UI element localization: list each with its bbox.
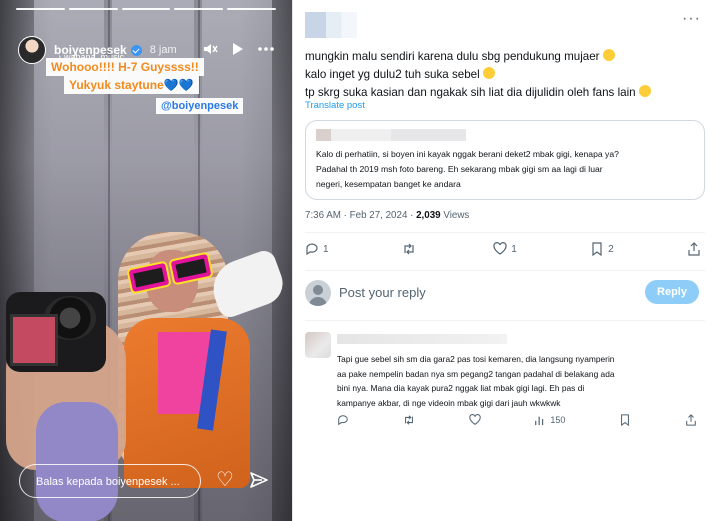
reply-count: 1 [323, 243, 329, 255]
progress-bar [121, 8, 171, 10]
story-caption-line1: Wohooo!!!! H-7 Guyssss!! [46, 58, 204, 76]
divider [305, 232, 705, 233]
heart-icon [468, 414, 481, 425]
quoted-tweet[interactable]: Kalo di perhatiin, si boyen ini kayak ng… [305, 120, 705, 200]
tweet-actions: 1 1 2 [305, 242, 701, 256]
reply-views-count: 150 [550, 415, 566, 425]
heart-icon [493, 242, 507, 255]
share-icon [688, 242, 700, 256]
send-icon[interactable] [249, 470, 269, 490]
tweet-text-line: mungkin malu sendiri karena dulu sbg pen… [305, 50, 600, 63]
progress-bar [227, 8, 276, 10]
translate-link[interactable]: Translate post [305, 100, 365, 111]
views-action[interactable]: 150 [534, 414, 565, 426]
reply-actions: 150 [337, 414, 697, 426]
tweet-body: mungkin malu sendiri karena dulu sbg pen… [305, 48, 705, 101]
reply-line: Tapi gue sebel sih sm dia gara2 pas tosi… [337, 354, 615, 364]
retweet-icon [404, 243, 414, 255]
quoted-line: Kalo di perhatiin, si boyen ini kayak ng… [316, 149, 619, 159]
mention-sticker[interactable]: @boiyenpesek [156, 98, 244, 114]
blurred-reply-avatar [305, 332, 331, 358]
reply-action[interactable] [337, 414, 349, 426]
bookmark-action[interactable]: 2 [590, 242, 614, 256]
timestamp[interactable]: 7:36 AM · Feb 27, 2024 · [305, 210, 416, 221]
photographer-sleeve [36, 402, 118, 521]
views-count: 2,039 [416, 210, 441, 221]
instagram-story: boiyenpesek 8 jam wahana_music Wohooo!!!… [0, 0, 292, 521]
bookmark-icon [592, 242, 602, 256]
quoted-text: Kalo di perhatiin, si boyen ini kayak ng… [316, 147, 696, 192]
retweet-action[interactable] [402, 242, 420, 256]
more-icon[interactable] [258, 47, 274, 51]
quoted-line: negeri, kesempatan banget ke andara [316, 179, 461, 189]
play-icon[interactable] [232, 42, 244, 56]
reply-input[interactable]: Post your reply [339, 285, 426, 300]
tweet-text-line: kalo inget yg dulu2 tuh suka sebel [305, 67, 480, 81]
progress-bar [16, 8, 65, 10]
story-controls [203, 42, 274, 56]
reply-icon [338, 415, 348, 426]
like-count: 1 [511, 243, 517, 255]
blurred-quote-author [316, 129, 466, 141]
blurred-user-header [305, 12, 357, 38]
bookmark-count: 2 [608, 243, 614, 255]
verified-badge-icon [130, 44, 142, 56]
camera [6, 292, 106, 372]
story-time: 8 jam [149, 44, 177, 56]
reply-body: Tapi gue sebel sih sm dia gara2 pas tosi… [337, 352, 703, 410]
story-reply-input[interactable]: Balas kepada boiyenpesek ... [19, 464, 201, 498]
share-action[interactable] [685, 414, 697, 426]
blurred-reply-author [337, 334, 507, 344]
progress-bar [174, 8, 224, 10]
quoted-line: Padahal th 2019 msh foto bareng. Eh seka… [316, 164, 603, 174]
divider [305, 270, 705, 271]
heart-icon[interactable]: ♡ [216, 470, 234, 490]
mute-icon[interactable] [203, 42, 218, 56]
reply-button[interactable]: Reply [645, 280, 699, 304]
laughing-emoji-icon [602, 49, 615, 61]
bookmark-icon [621, 414, 630, 426]
like-action[interactable] [468, 414, 481, 426]
reply-icon [306, 243, 318, 256]
reply-line: aa pake nempelin badan nya sm pegang2 ta… [337, 368, 615, 379]
reply-line: kampanye akbar, di nge videoin mbak gigi… [337, 397, 561, 408]
progress-bar [68, 8, 118, 10]
user-avatar-icon [305, 280, 331, 306]
story-caption-line2: Yukyuk staytune💙💙 [64, 76, 199, 94]
bookmark-action[interactable] [619, 414, 631, 426]
share-icon [686, 414, 696, 426]
like-action[interactable]: 1 [493, 242, 517, 256]
tweet-text-line: tp skrg suka kasian dan ngakak sih liat … [305, 85, 636, 99]
divider [305, 320, 705, 321]
views-label: Views [440, 210, 470, 221]
story-progress-bars [16, 8, 276, 10]
tweet-meta: 7:36 AM · Feb 27, 2024 · 2,039 Views [305, 210, 469, 221]
analytics-icon [535, 416, 544, 426]
laughing-emoji-icon [482, 66, 495, 79]
camera-screen [10, 314, 58, 366]
more-options-icon[interactable]: ··· [682, 10, 701, 28]
reply-composer: Post your reply Reply [305, 280, 701, 308]
reply-line: bini nya. Mana dia kayak pura2 nggak lia… [337, 383, 585, 394]
shy-emoji-icon [638, 84, 651, 97]
avatar[interactable] [18, 36, 46, 64]
retweet-action[interactable] [403, 414, 415, 426]
share-action[interactable] [687, 242, 701, 256]
retweet-icon [404, 415, 413, 425]
reply-action[interactable]: 1 [305, 242, 329, 256]
tweet-panel: ··· mungkin malu sendiri karena dulu sbg… [292, 0, 720, 521]
